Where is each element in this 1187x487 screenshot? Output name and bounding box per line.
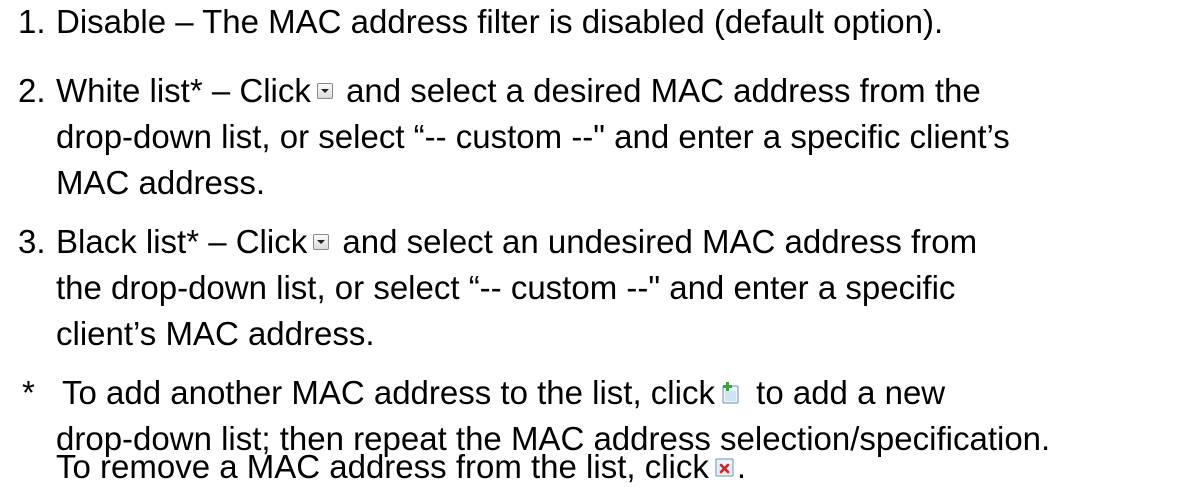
list-number: 1. xyxy=(18,3,46,40)
text-segment: Black list* – Click xyxy=(56,223,308,260)
footnote-text-line-1: To add another MAC address to the list, … xyxy=(62,373,945,413)
list-item-text-line-2: the drop-down list, or select “-- custom… xyxy=(56,269,956,306)
list-item-text-line-2: drop-down list, or select “-- custom --"… xyxy=(56,118,1010,155)
footnote-text-line-3: To remove a MAC address from the list, c… xyxy=(56,447,746,487)
footnote-marker: * xyxy=(22,374,35,411)
list-item-text-line-3: client’s MAC address. xyxy=(56,315,375,352)
text-segment: to add a new xyxy=(756,374,946,411)
list-item-text-line-1: Black list* – Click and select an undesi… xyxy=(56,222,977,262)
text-segment: White list* – Click xyxy=(56,72,311,109)
list-item-text: Disable – The MAC address filter is disa… xyxy=(56,3,944,40)
text-segment: and select an undesired MAC address from xyxy=(342,223,978,260)
text-segment: . xyxy=(736,448,747,485)
add-new-icon xyxy=(721,382,741,404)
list-number: 2. xyxy=(18,72,46,109)
list-item-text-line-1: White list* – Click and select a desired… xyxy=(56,71,981,111)
list-item-text-line-3: MAC address. xyxy=(56,164,266,201)
list-number: 3. xyxy=(18,223,46,260)
document-page: 1. Disable – The MAC address filter is d… xyxy=(0,0,1187,485)
remove-icon xyxy=(715,456,735,478)
text-segment: To add another MAC address to the list, … xyxy=(62,374,715,411)
text-segment: To remove a MAC address from the list, c… xyxy=(56,448,709,485)
dropdown-arrow-icon xyxy=(313,234,330,251)
dropdown-arrow-icon xyxy=(316,83,333,100)
text-segment: and select a desired MAC address from th… xyxy=(346,72,981,109)
